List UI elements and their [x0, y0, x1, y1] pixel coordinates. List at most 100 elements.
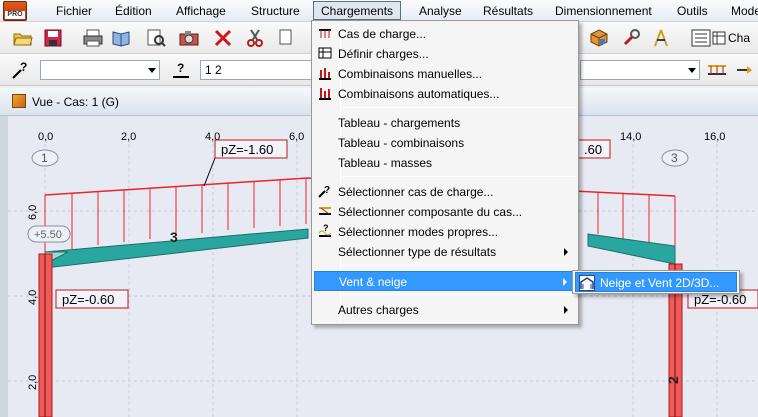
cut-icon[interactable] — [244, 27, 266, 49]
menu-item-combinaisons-manuelles[interactable]: Combinaisons manuelles... — [314, 64, 576, 84]
submenu-arrow-icon — [563, 278, 567, 286]
define-loads-icon — [317, 46, 333, 62]
save-icon[interactable] — [42, 27, 64, 49]
preview-icon[interactable] — [145, 27, 167, 49]
app-logo-icon[interactable]: PRO — [3, 1, 27, 21]
load-label-roof-right[interactable]: .60 — [577, 139, 611, 159]
menu-affichage[interactable]: Affichage — [176, 3, 226, 19]
menu-fichier[interactable]: Fichier — [56, 3, 92, 19]
menu-item-label: Neige et Vent 2D/3D... — [600, 276, 720, 290]
menu-item-label: Combinaisons manuelles... — [338, 67, 483, 81]
node-label-3[interactable]: 3 — [661, 149, 689, 167]
view-title-text: Vue - Cas: 1 (G) — [32, 95, 119, 109]
vent-neige-submenu: Neige et Vent 2D/3D... — [572, 270, 740, 294]
bar-label-3: 3 — [170, 229, 178, 245]
camera-icon[interactable] — [178, 27, 200, 49]
list-icon[interactable] — [690, 27, 712, 49]
node-label-1[interactable]: 1 — [31, 149, 59, 167]
load-display-icon[interactable] — [706, 59, 728, 81]
elevation-tag: +5.50 — [27, 225, 71, 243]
menu-item-neige-vent-2d3d[interactable]: Neige et Vent 2D/3D... — [575, 272, 737, 292]
menu-chargements[interactable]: Chargements — [313, 1, 402, 20]
select-case-question-icon[interactable]: ? — [10, 59, 32, 81]
roof-beam-right[interactable] — [587, 233, 676, 265]
svg-text:?: ? — [323, 224, 329, 233]
menu-mode[interactable]: Mode — [731, 3, 758, 19]
submenu-arrow-icon — [564, 248, 568, 256]
wrench-icon[interactable] — [620, 27, 642, 49]
menu-item-cas-de-charge[interactable]: Cas de charge... — [314, 24, 576, 44]
menu-item-label: Autres charges — [338, 303, 419, 317]
x-tick-5: 16,0 — [704, 131, 725, 143]
y-tick-2: 2,0 — [27, 375, 39, 390]
elevation-tag-text: +5.50 — [34, 229, 62, 241]
load-case-combo[interactable] — [40, 60, 160, 80]
menu-separator — [342, 107, 576, 108]
menu-outils[interactable]: Outils — [677, 3, 708, 19]
load-label-roof-left-text: pZ=-1.60 — [221, 142, 273, 157]
menu-dimensionnement[interactable]: Dimensionnement — [555, 3, 652, 19]
menu-item-selectionner-composante[interactable]: Sélectionner composante du cas... — [314, 202, 576, 222]
manual-combination-icon — [317, 66, 333, 82]
right-combo[interactable] — [580, 60, 700, 80]
book-icon[interactable] — [110, 27, 132, 49]
load-case-icon — [317, 26, 333, 42]
y-tick-1: 4,0 — [27, 290, 39, 305]
load-label-col-left-text: pZ=-0.60 — [62, 292, 114, 307]
x-tick-1: 2,0 — [121, 131, 136, 143]
menu-item-selectionner-cas[interactable]: ? Sélectionner cas de charge... — [314, 182, 576, 202]
chargements-menu: Cas de charge... Définir charges... Comb… — [311, 20, 579, 325]
app-badge: PRO — [5, 11, 25, 19]
node-label-3-text: 3 — [671, 151, 678, 165]
menu-structure[interactable]: Structure — [251, 3, 300, 19]
open-folder-icon[interactable] — [12, 27, 34, 49]
menu-separator — [342, 176, 576, 177]
chevron-down-icon — [688, 68, 696, 73]
y-tick-0: 6,0 — [27, 205, 39, 220]
submenu-arrow-icon — [564, 306, 568, 314]
menu-item-combinaisons-automatiques[interactable]: Combinaisons automatiques... — [314, 84, 576, 104]
menu-analyse[interactable]: Analyse — [419, 3, 462, 19]
menu-item-label: Sélectionner type de résultats — [338, 245, 497, 259]
load-label-roof-right-text: .60 — [584, 142, 602, 157]
menu-item-tableau-chargements[interactable]: Tableau - chargements — [314, 113, 576, 133]
copy-icon[interactable] — [276, 27, 298, 49]
menu-item-tableau-combinaisons[interactable]: Tableau - combinaisons — [314, 133, 576, 153]
menu-item-label: Sélectionner cas de charge... — [338, 185, 494, 199]
menu-edition[interactable]: Édition — [115, 3, 152, 19]
x-tick-4: 14,0 — [620, 131, 641, 143]
lines-combo[interactable]: 1 2 — [200, 60, 312, 80]
menu-item-tableau-masses[interactable]: Tableau - masses — [314, 153, 576, 173]
select-modes-icon: ? — [317, 223, 333, 240]
menu-item-label: Combinaisons automatiques... — [338, 87, 500, 101]
menu-item-selectionner-modes[interactable]: ? Sélectionner modes propres... — [314, 222, 576, 242]
menu-item-autres-charges[interactable]: Autres charges — [314, 300, 576, 320]
menu-item-label: Tableau - masses — [338, 156, 433, 170]
menu-item-vent-neige[interactable]: Vent & neige — [314, 271, 576, 291]
menu-item-selectionner-type-resultats[interactable]: Sélectionner type de résultats — [314, 242, 576, 262]
compass-icon[interactable] — [650, 27, 672, 49]
delete-icon[interactable] — [212, 27, 234, 49]
svg-text:?: ? — [324, 185, 330, 196]
node-label-1-text: 1 — [41, 151, 48, 165]
menu-item-label: Cas de charge... — [338, 27, 427, 41]
select-lines-question-icon[interactable]: ? — [170, 59, 192, 81]
menu-separator — [342, 294, 576, 295]
select-case-icon: ? — [317, 184, 333, 200]
toolbar-cha-text: Cha — [728, 31, 751, 45]
print-icon[interactable] — [82, 27, 104, 49]
load-label-roof-left[interactable]: pZ=-1.60 — [214, 139, 288, 159]
load-arrow-icon[interactable] — [734, 59, 756, 81]
menu-item-definir-charges[interactable]: Définir charges... — [314, 44, 576, 64]
load-label-col-left[interactable]: pZ=-0.60 — [55, 289, 129, 309]
view-icon — [12, 94, 26, 108]
menu-item-label: Vent & neige — [339, 275, 408, 289]
x-tick-3: 6,0 — [289, 131, 304, 143]
menu-resultats[interactable]: Résultats — [483, 3, 533, 19]
snow-wind-icon — [579, 275, 595, 291]
cube-icon[interactable] — [588, 27, 610, 49]
toolbar-cha-label[interactable]: Cha — [712, 27, 758, 49]
menu-item-label: Tableau - combinaisons — [338, 136, 465, 150]
svg-text:?: ? — [177, 61, 184, 75]
menu-item-label: Tableau - chargements — [338, 116, 461, 130]
